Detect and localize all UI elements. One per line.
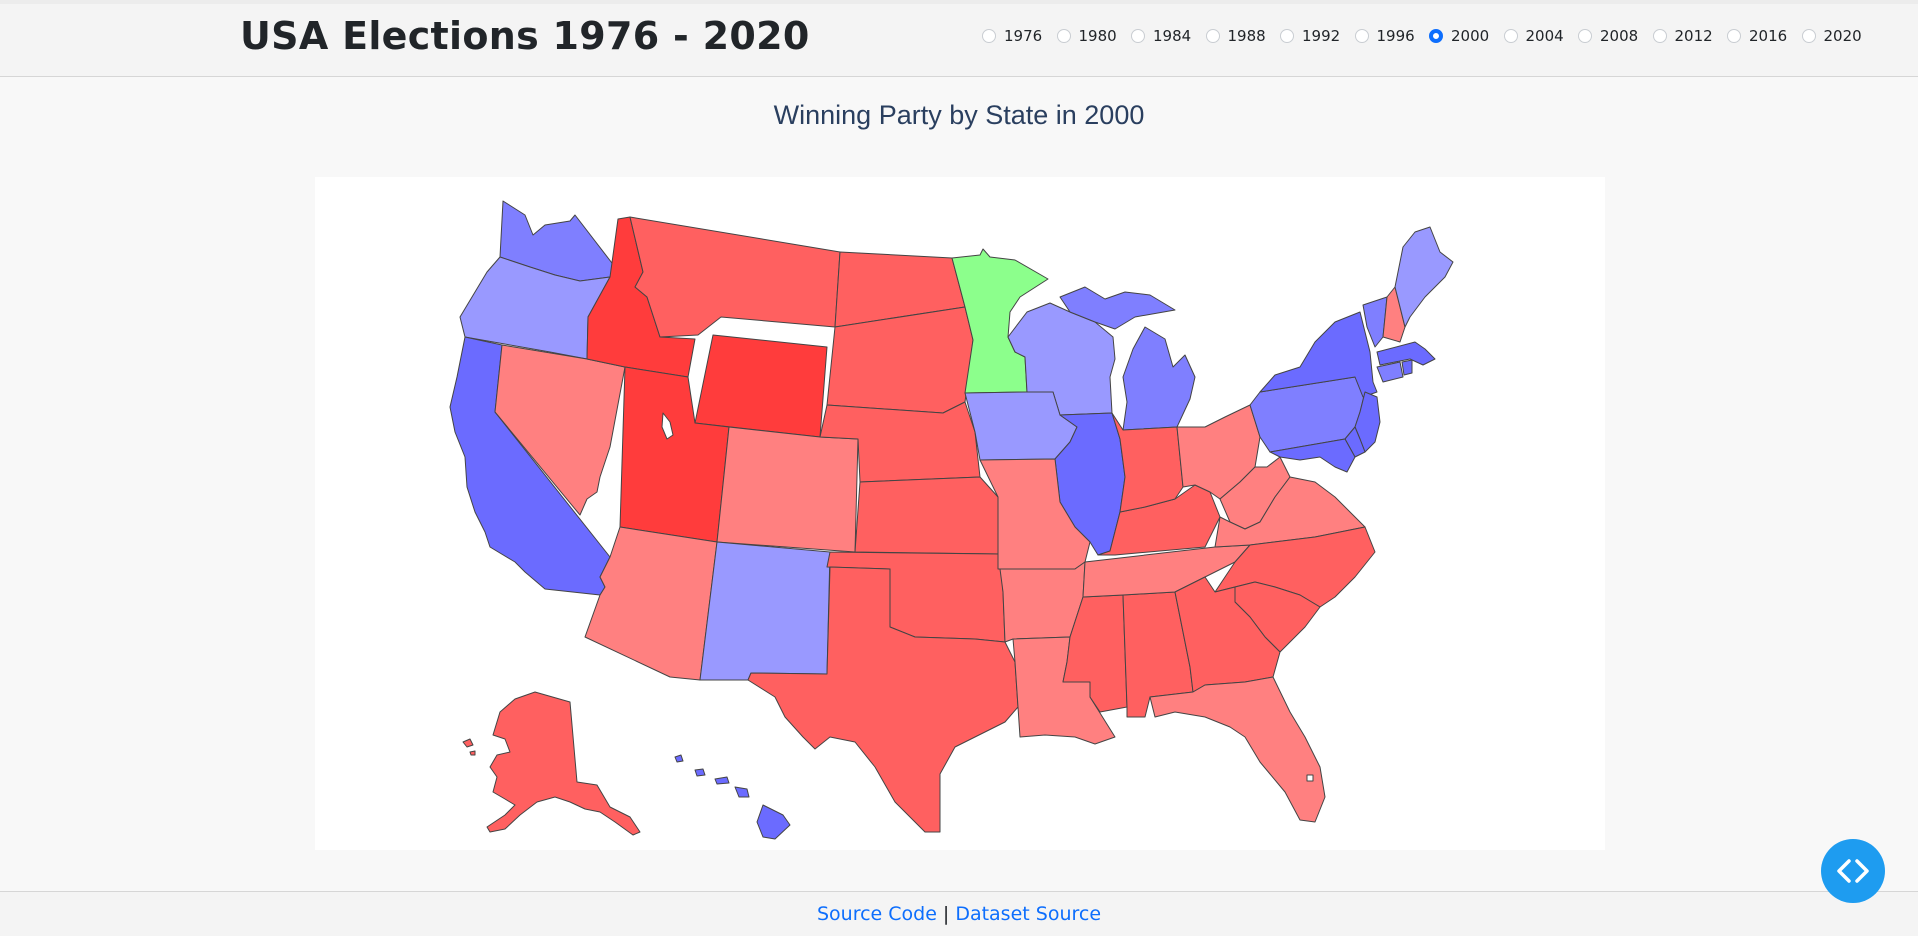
state-nm[interactable] [699,541,831,681]
year-label: 2016 [1749,27,1788,45]
year-label: 2012 [1674,27,1713,45]
year-label: 2008 [1600,27,1639,45]
year-option-2008[interactable]: 2008 [1578,24,1638,48]
state-co[interactable] [716,426,859,553]
code-brackets-icon [1837,859,1869,883]
state-ks[interactable] [854,476,1001,555]
year-option-1984[interactable]: 1984 [1131,24,1191,48]
state-ak[interactable] [486,691,641,836]
state-hi-kauai [674,754,684,763]
state-fl[interactable] [1149,676,1326,823]
year-label: 1984 [1153,27,1192,45]
state-hi-molokai [714,776,730,785]
year-option-2020[interactable]: 2020 [1801,24,1862,48]
radio-2008[interactable] [1578,29,1592,43]
radio-1992[interactable] [1280,29,1294,43]
year-option-2004[interactable]: 2004 [1503,24,1564,48]
year-label: 1988 [1227,27,1266,45]
year-label: 1996 [1376,27,1415,45]
state-ak-island [469,750,476,756]
state-ak-island [462,738,474,748]
radio-1984[interactable] [1131,29,1145,43]
state-ri[interactable] [1401,359,1413,376]
state-hi-oahu [694,768,706,777]
radio-1996[interactable] [1354,29,1369,43]
year-option-2016[interactable]: 2016 [1727,24,1787,48]
year-label: 2000 [1451,27,1490,45]
radio-2000[interactable] [1429,29,1443,43]
map-panel [315,177,1605,850]
radio-1980[interactable] [1056,29,1071,43]
year-label: 2004 [1525,27,1564,45]
year-option-1976[interactable]: 1976 [982,24,1042,48]
year-label: 2020 [1823,27,1862,45]
source-code-link[interactable]: Source Code [817,903,937,925]
state-mt[interactable] [629,216,841,338]
code-toggle-button[interactable] [1821,839,1885,903]
year-option-1992[interactable]: 1992 [1280,24,1340,48]
lake-okeechobee [1306,774,1314,782]
radio-1988[interactable] [1205,29,1220,43]
year-option-1980[interactable]: 1980 [1056,24,1117,48]
radio-2012[interactable] [1652,29,1667,43]
year-option-2000[interactable]: 2000 [1429,24,1489,48]
footer: Source Code | Dataset Source [0,891,1918,936]
state-hi[interactable] [756,804,791,840]
header: USA Elections 1976 - 2020 1976 1980 1984 19… [0,4,1918,77]
footer-separator: | [942,903,950,925]
radio-2020[interactable] [1801,29,1816,43]
year-option-1988[interactable]: 1988 [1205,24,1266,48]
radio-1976[interactable] [982,29,996,43]
radio-2004[interactable] [1503,29,1518,43]
year-label: 1992 [1302,27,1341,45]
us-election-map [449,200,1454,840]
year-option-1996[interactable]: 1996 [1354,24,1415,48]
state-me[interactable] [1394,226,1454,328]
year-label: 1976 [1004,27,1043,45]
radio-2016[interactable] [1727,29,1741,43]
state-mi-lower[interactable] [1122,326,1196,431]
page-title: USA Elections 1976 - 2020 [240,14,810,58]
map-title: Winning Party by State in 2000 [773,100,1145,130]
dataset-source-link[interactable]: Dataset Source [955,903,1101,925]
year-label: 1980 [1078,27,1117,45]
year-option-2012[interactable]: 2012 [1652,24,1713,48]
state-wy[interactable] [694,334,828,438]
state-hi-maui [734,786,750,798]
